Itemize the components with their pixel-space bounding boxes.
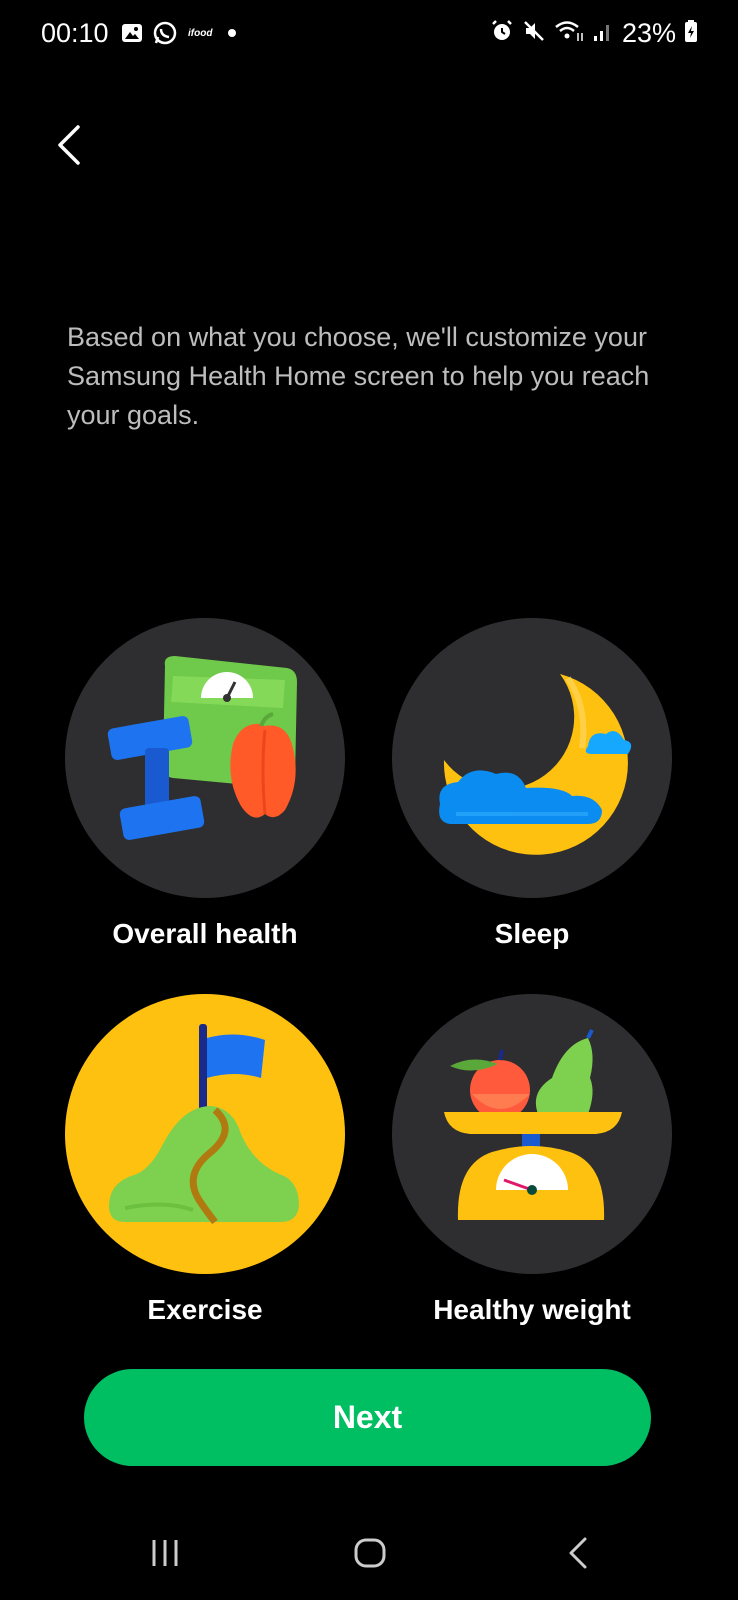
home-icon (353, 1537, 387, 1574)
sleep-circle (392, 618, 672, 898)
overall-health-illustration (107, 656, 297, 840)
goal-label: Healthy weight (433, 1294, 631, 1325)
back-icon (566, 1536, 590, 1575)
overall-health-circle (65, 618, 345, 898)
system-back-button[interactable] (548, 1530, 608, 1580)
exercise-illustration (109, 1024, 299, 1225)
chevron-left-icon (56, 124, 82, 171)
navigation-bar (0, 1500, 738, 1600)
system-status-icons: 23% (490, 18, 698, 49)
sleep-illustration (439, 674, 632, 855)
next-button[interactable]: Next (84, 1369, 651, 1466)
goal-overall-health[interactable]: Overall health (65, 618, 345, 958)
alarm-icon (490, 19, 514, 48)
recent-apps-icon (148, 1537, 182, 1574)
back-button[interactable] (46, 118, 92, 176)
battery-charging-icon (684, 19, 698, 48)
svg-text:ifood: ifood (188, 28, 213, 39)
battery-percent: 23% (621, 18, 676, 48)
goal-label: Sleep (494, 918, 570, 949)
healthy-weight-illustration (444, 1029, 622, 1220)
goal-healthy-weight[interactable]: Healthy weight (392, 994, 672, 1334)
goal-label: Overall health (112, 918, 298, 949)
home-button[interactable] (340, 1530, 400, 1580)
whatsapp-icon (152, 20, 178, 51)
dot-icon (224, 25, 240, 46)
wifi-icon (554, 19, 584, 48)
gallery-icon (120, 21, 144, 50)
goal-label: Exercise (147, 1294, 263, 1325)
recent-apps-button[interactable] (135, 1530, 195, 1580)
exercise-circle (65, 994, 345, 1274)
goal-sleep[interactable]: Sleep (392, 618, 672, 958)
status-bar: 00:10 ifood 23% (0, 0, 738, 70)
healthy-weight-circle (392, 994, 672, 1274)
goal-exercise[interactable]: Exercise (65, 994, 345, 1334)
notification-icons: ifood (120, 20, 240, 51)
ifood-icon: ifood (186, 23, 216, 48)
mute-icon (522, 19, 546, 48)
signal-icon (592, 19, 614, 48)
description-text: Based on what you choose, we'll customiz… (67, 322, 650, 430)
status-time: 00:10 (41, 18, 109, 48)
